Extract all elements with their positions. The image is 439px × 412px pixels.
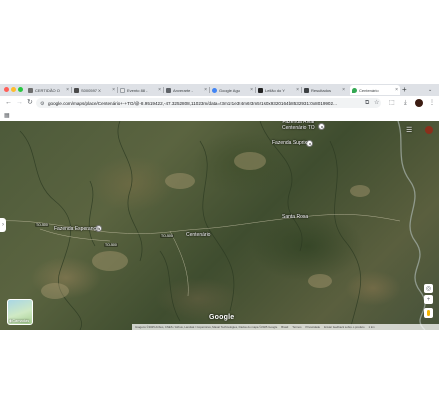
place-label-centenario[interactable]: Centenário: [186, 232, 210, 238]
favicon-icon: [166, 87, 171, 93]
layers-label: ◈ Camadas: [9, 318, 30, 323]
street-view-pegman-icon[interactable]: [424, 308, 433, 318]
tab-close-icon[interactable]: ×: [296, 87, 299, 93]
feedback-link[interactable]: Enviar feedback sobre o produto: [324, 325, 364, 329]
layers-button[interactable]: ◈ Camadas: [7, 299, 33, 325]
tab-label: Google Agu: [219, 87, 240, 93]
install-app-icon[interactable]: ⧉: [365, 98, 369, 108]
scale-bar[interactable]: 1 km: [369, 325, 375, 329]
terms-link[interactable]: Termos: [292, 325, 301, 329]
place-pin-icon[interactable]: [318, 123, 325, 130]
place-label-fazenda-suprix[interactable]: Fazenda Suprix: [272, 140, 307, 146]
profile-avatar[interactable]: [415, 99, 423, 107]
tab-s000597[interactable]: S000597 X ×: [72, 85, 117, 95]
tab-centenario[interactable]: Centenário ×: [350, 85, 400, 95]
new-tab-button[interactable]: +: [402, 85, 407, 95]
place-label-fazenda-rival[interactable]: Fazenda Rival Centenário TO: [282, 121, 315, 131]
tab-close-icon[interactable]: ×: [204, 87, 207, 93]
place-pin-icon[interactable]: [306, 140, 313, 147]
account-avatar[interactable]: [425, 126, 433, 134]
minimize-window-icon[interactable]: [11, 87, 16, 92]
country-link[interactable]: Brasil: [281, 325, 288, 329]
map-apps-icon[interactable]: ☰: [406, 126, 412, 134]
tab-anverarte[interactable]: Anverarte - ×: [164, 85, 209, 95]
place-label-santa-rosa[interactable]: Santa Rosa: [282, 214, 308, 220]
place-label-fazenda-esperanca[interactable]: Fazenda Esperança: [54, 226, 99, 232]
attribution-text: Imagens ©2025 Airbus, CNES / Airbus, Lan…: [135, 325, 278, 329]
favicon-icon: [120, 87, 125, 93]
tab-label: Leilão do Y: [265, 87, 285, 93]
tab-label: CERTIDÃO O: [35, 87, 60, 93]
tab-evento[interactable]: Evento 88 - ×: [118, 85, 163, 95]
road-label: TO-500: [160, 234, 174, 238]
tab-google-agu[interactable]: Google Agu ×: [210, 85, 255, 95]
site-info-icon[interactable]: ⚙: [40, 101, 45, 107]
my-location-icon[interactable]: ◎: [424, 284, 433, 293]
tab-leilao[interactable]: Leilão do Y ×: [256, 85, 301, 95]
maps-pin-icon: [352, 87, 357, 93]
favicon-icon: [74, 87, 79, 93]
apps-grid-icon[interactable]: ▦: [4, 112, 10, 119]
bookmark-star-icon[interactable]: ☆: [374, 98, 379, 108]
extensions-icon[interactable]: ⬚: [389, 98, 395, 108]
collapse-panel-button[interactable]: ›: [0, 218, 6, 232]
tab-search-button[interactable]: ⌄: [428, 85, 432, 95]
satellite-map[interactable]: › Fazenda Rival Centenário TO Fazenda Su…: [0, 121, 439, 330]
tab-label: Evento 88 -: [127, 87, 148, 93]
browser-toolbar: ← → ↻ ⚙ google.com/maps/place/Centenário…: [0, 96, 439, 110]
tab-certidao[interactable]: CERTIDÃO O ×: [26, 85, 71, 95]
privacy-link[interactable]: Privacidade: [305, 325, 320, 329]
zoom-in-button[interactable]: +: [424, 295, 433, 304]
tab-close-icon[interactable]: ×: [158, 87, 161, 93]
tab-label: S000597 X: [81, 87, 101, 93]
favicon-icon: [212, 87, 217, 93]
map-footer: Imagens ©2025 Airbus, CNES / Airbus, Lan…: [132, 324, 439, 330]
reload-button[interactable]: ↻: [27, 98, 33, 108]
tab-close-icon[interactable]: ×: [342, 87, 345, 93]
road-label: TO-500: [104, 243, 118, 247]
tab-close-icon[interactable]: ×: [395, 87, 398, 93]
download-icon[interactable]: ⤓: [404, 98, 407, 108]
favicon-icon: [258, 87, 263, 93]
more-menu-icon[interactable]: ⋮: [429, 98, 435, 108]
browser-window: CERTIDÃO O × S000597 X × Evento 88 - × A…: [0, 84, 439, 330]
tab-close-icon[interactable]: ×: [250, 87, 253, 93]
tab-label: Anverarte -: [173, 87, 193, 93]
maximize-window-icon[interactable]: [18, 87, 23, 92]
tab-label: Resultados: [311, 87, 332, 93]
close-window-icon[interactable]: [4, 87, 9, 92]
address-bar[interactable]: ⚙ google.com/maps/place/Centenário+-+TO/…: [36, 98, 381, 108]
address-text: google.com/maps/place/Centenário+-+TO/@-…: [48, 100, 337, 106]
road-label: TO-500: [35, 223, 49, 227]
tab-label: Centenário: [359, 87, 379, 93]
tab-close-icon[interactable]: ×: [112, 87, 115, 93]
back-button[interactable]: ←: [5, 98, 12, 108]
tab-resultados[interactable]: Resultados ×: [302, 85, 347, 95]
favicon-icon: [28, 87, 33, 93]
google-logo: Google: [209, 314, 235, 321]
forward-button[interactable]: →: [16, 98, 23, 108]
tab-close-icon[interactable]: ×: [66, 87, 69, 93]
tab-strip: CERTIDÃO O × S000597 X × Evento 88 - × A…: [0, 84, 439, 96]
favicon-icon: [304, 87, 309, 93]
